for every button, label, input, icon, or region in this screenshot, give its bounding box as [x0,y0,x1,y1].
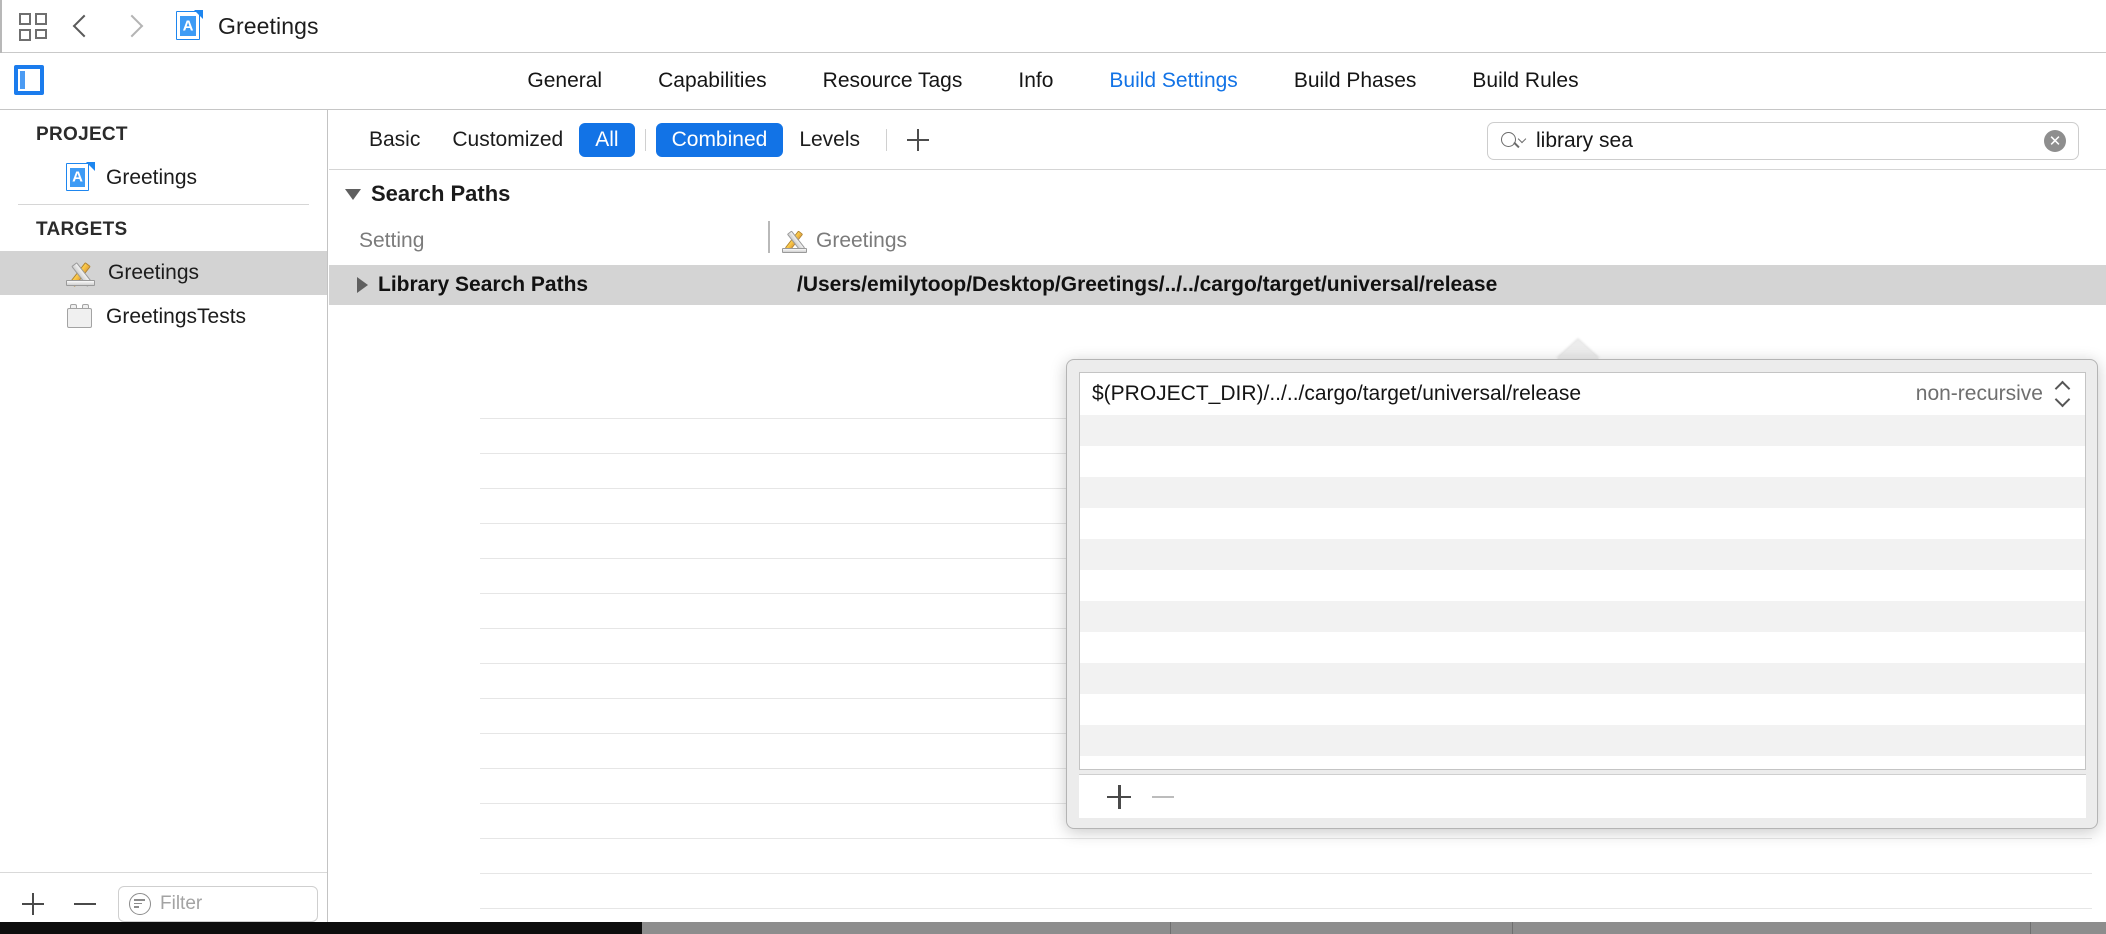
stepper-updown-icon[interactable] [2055,381,2071,407]
segment-combined[interactable]: Combined [656,123,784,157]
sidebar-item-target-greetings[interactable]: Greetings [0,251,327,295]
popover-footer [1079,774,2086,818]
remove-target-button[interactable] [64,883,106,925]
column-header-setting: Setting [359,229,424,253]
setting-value[interactable]: /Users/emilytoop/Desktop/Greetings/../..… [797,273,1497,297]
add-path-button[interactable] [1099,777,1139,817]
list-item [329,839,2106,874]
tab-bar: General Capabilities Resource Tags Info … [0,53,2106,110]
segment-levels[interactable]: Levels [783,123,876,157]
project-sidebar: PROJECT A Greetings TARGETS Greetings Gr… [0,110,328,934]
remove-path-button [1143,777,1183,817]
filter-icon [129,893,151,915]
test-bundle-icon [66,304,94,330]
popover-arrow [1556,340,1600,360]
segment-divider-2 [886,129,887,151]
horizontal-scrollbar[interactable] [0,922,2106,934]
sidebar-item-target-greetingstests[interactable]: GreetingsTests [0,295,327,339]
tab-info[interactable]: Info [990,69,1081,93]
column-header-target-label: Greetings [816,229,907,253]
settings-scope-segmented-control: Basic Customized All Combined Levels [353,123,935,157]
tab-capabilities[interactable]: Capabilities [630,69,795,93]
table-column-headers: Setting Greetings [329,217,2106,265]
sidebar-item-label: GreetingsTests [106,305,246,329]
tab-build-phases[interactable]: Build Phases [1266,69,1445,93]
settings-group-search-paths[interactable]: Search Paths [329,171,2106,217]
segment-customized[interactable]: Customized [436,123,579,157]
scrollbar-thumb[interactable] [0,922,642,934]
search-icon[interactable] [1501,130,1527,152]
list-item [329,909,2106,919]
popover-path-list: $(PROJECT_DIR)/../../cargo/target/univer… [1079,372,2086,770]
tab-build-settings[interactable]: Build Settings [1081,69,1265,93]
list-item [1080,632,2085,663]
sidebar-item-label: Greetings [106,166,197,190]
triangle-right-icon[interactable] [357,277,368,293]
list-item [1080,477,2085,508]
breadcrumb[interactable]: Greetings [218,13,319,40]
search-value: library sea [1536,129,1633,153]
sidebar-item-project-greetings[interactable]: A Greetings [0,156,327,200]
settings-group-title: Search Paths [371,181,510,207]
list-item [329,874,2106,909]
list-item [1080,663,2085,694]
list-item [1080,415,2085,446]
triangle-down-icon[interactable] [345,189,361,200]
add-target-button[interactable] [12,883,54,925]
top-toolbar: A Greetings [0,0,2106,53]
list-item [1080,446,2085,477]
grid-icon[interactable] [16,9,50,43]
clear-icon[interactable]: ✕ [2044,130,2066,152]
sidebar-section-targets: TARGETS [0,205,327,251]
add-build-setting-button[interactable] [901,123,935,157]
popover-path-value[interactable]: $(PROJECT_DIR)/../../cargo/target/univer… [1092,382,1581,406]
popover-path-row[interactable]: $(PROJECT_DIR)/../../cargo/target/univer… [1080,373,2085,415]
list-item [1080,694,2085,725]
toolbar-left-edge [0,0,2,53]
segment-divider [645,129,646,151]
library-search-paths-popover: $(PROJECT_DIR)/../../cargo/target/univer… [1066,359,2098,829]
setting-name[interactable]: Library Search Paths [353,273,588,297]
segment-all[interactable]: All [579,123,634,157]
app-target-icon [782,228,808,254]
sidebar-section-project: PROJECT [0,110,327,156]
list-item [1080,539,2085,570]
segment-basic[interactable]: Basic [353,123,436,157]
list-item [1080,756,2085,770]
chevron-right-icon[interactable] [114,8,150,44]
project-document-icon: A [176,11,202,41]
tab-list: General Capabilities Resource Tags Info … [0,53,2106,109]
list-item [1080,508,2085,539]
search-input[interactable]: library sea ✕ [1487,122,2079,160]
list-item [1080,601,2085,632]
app-target-icon [66,259,96,287]
tab-general[interactable]: General [499,69,630,93]
setting-name-label: Library Search Paths [378,273,588,297]
list-item [1080,725,2085,756]
list-item [1080,570,2085,601]
column-header-target: Greetings [782,228,907,254]
chevron-left-icon[interactable] [64,8,100,44]
tab-resource-tags[interactable]: Resource Tags [795,69,991,93]
sidebar-item-label: Greetings [108,261,199,285]
project-document-icon: A [66,163,94,193]
popover-recursive-mode[interactable]: non-recursive [1916,382,2043,406]
tab-build-rules[interactable]: Build Rules [1444,69,1606,93]
sidebar-filter-input[interactable]: Filter [118,886,318,922]
table-row[interactable]: Library Search Paths /Users/emilytoop/De… [329,265,2106,305]
sidebar-filter-placeholder: Filter [160,893,202,915]
